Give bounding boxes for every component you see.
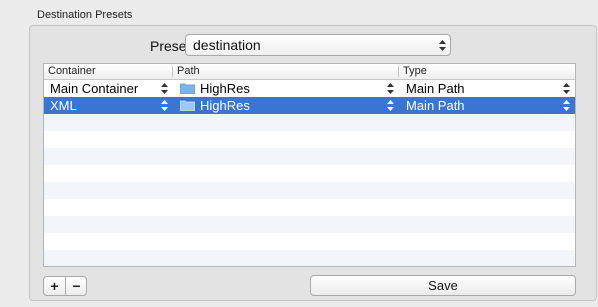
column-header-path[interactable]: Path [177, 65, 200, 77]
path-cell: HighRes [200, 81, 250, 96]
column-header-container[interactable]: Container [48, 65, 96, 77]
folder-icon [180, 100, 195, 111]
updown-arrows-icon[interactable] [387, 100, 394, 111]
updown-arrows-icon[interactable] [161, 100, 168, 111]
updown-arrows-icon[interactable] [563, 100, 570, 111]
empty-row [44, 199, 575, 216]
empty-row [44, 233, 575, 250]
folder-icon [180, 83, 195, 94]
empty-row [44, 216, 575, 233]
column-divider [172, 66, 173, 77]
group-title: Destination Presets [37, 9, 133, 21]
table-row[interactable]: XML HighRes Main Path [44, 97, 575, 114]
type-cell: Main Path [406, 98, 465, 113]
updown-arrows-icon[interactable] [563, 83, 570, 94]
path-cell: HighRes [200, 98, 250, 113]
empty-row [44, 165, 575, 182]
empty-row [44, 114, 575, 131]
add-button[interactable]: + [44, 277, 65, 295]
column-divider [398, 66, 399, 77]
table-row[interactable]: Main Container HighRes Main Path [44, 80, 575, 97]
empty-row [44, 250, 575, 266]
column-header-type[interactable]: Type [403, 65, 427, 77]
updown-arrows-icon [439, 40, 446, 51]
updown-arrows-icon[interactable] [161, 83, 168, 94]
table-header: Container Path Type [44, 64, 575, 80]
container-cell: Main Container [50, 81, 139, 96]
presets-table: Container Path Type Main Container HighR… [43, 63, 576, 267]
remove-button[interactable]: − [66, 277, 86, 295]
container-cell: XML [50, 98, 77, 113]
add-remove-buttons: + − [43, 276, 87, 296]
empty-row [44, 148, 575, 165]
preset-select[interactable]: destination [185, 34, 451, 56]
empty-row [44, 131, 575, 148]
updown-arrows-icon[interactable] [387, 83, 394, 94]
empty-row [44, 182, 575, 199]
type-cell: Main Path [406, 81, 465, 96]
save-button[interactable]: Save [310, 275, 576, 296]
preset-select-value: destination [193, 37, 261, 53]
